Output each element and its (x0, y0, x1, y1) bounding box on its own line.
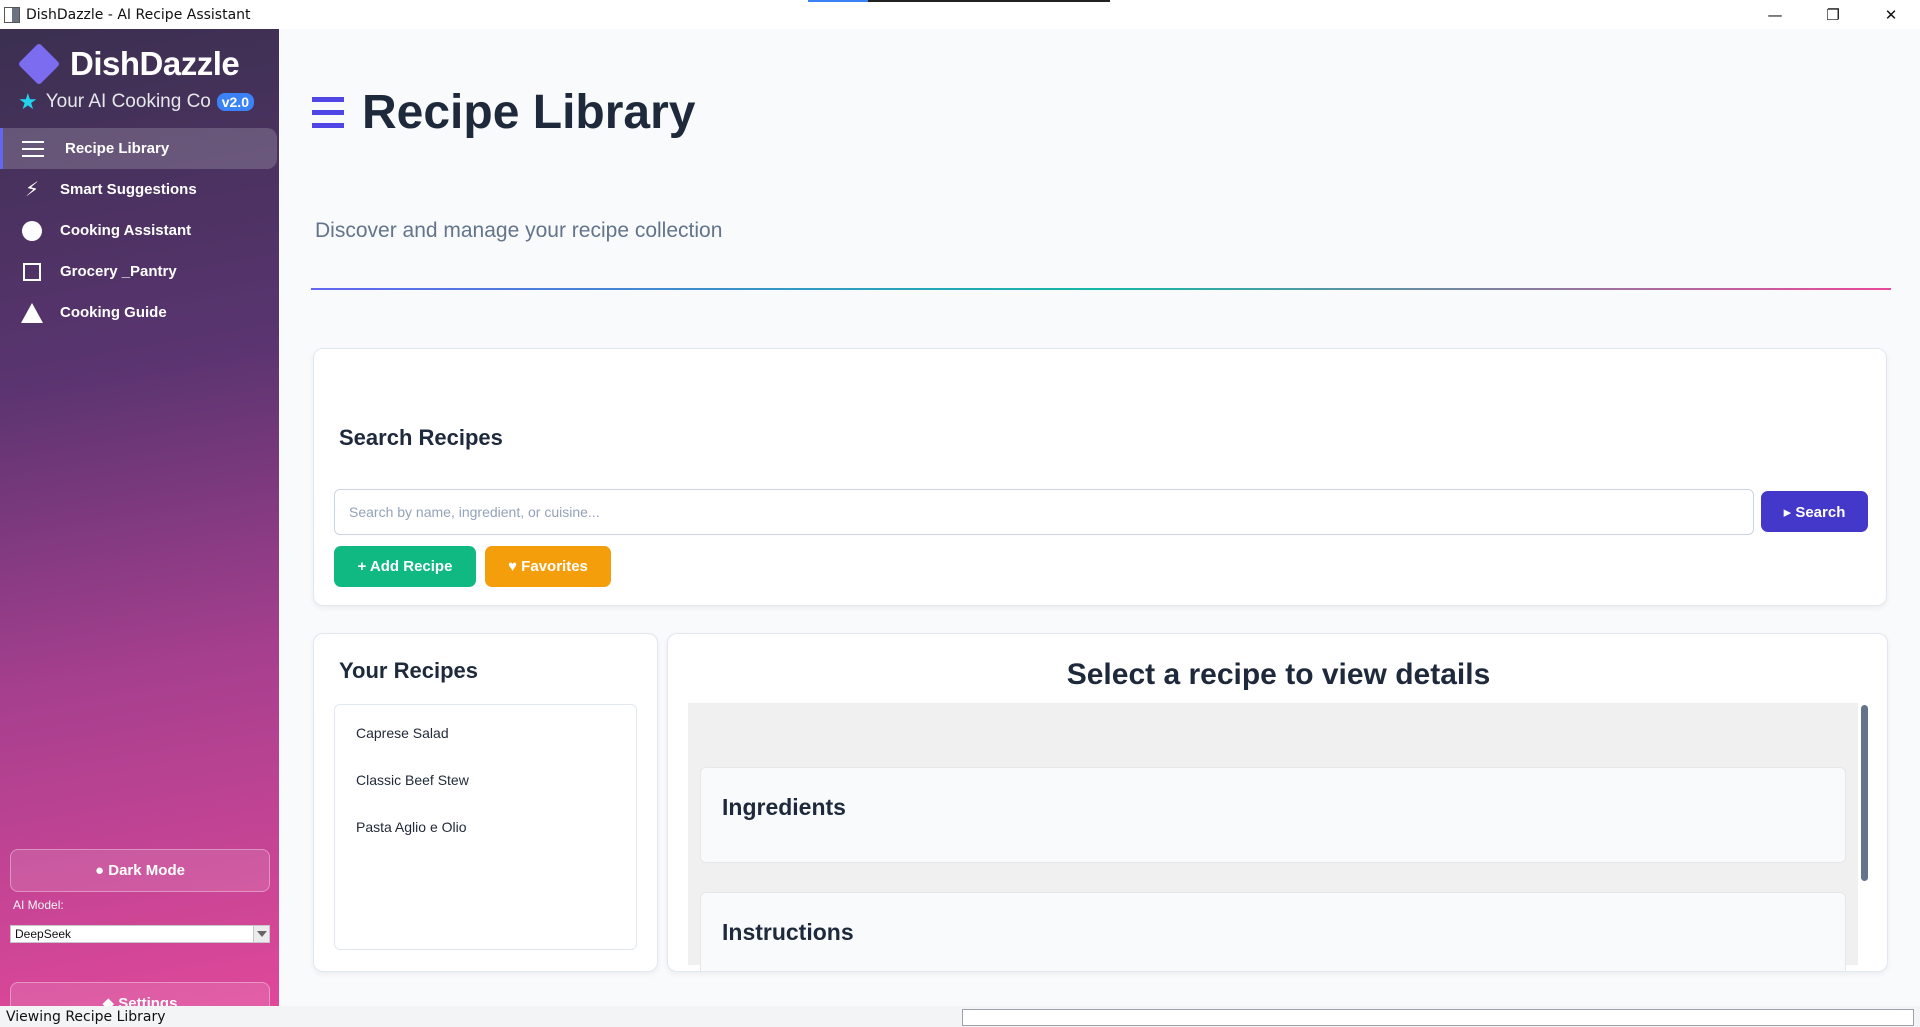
instructions-title: Instructions (722, 919, 854, 945)
main-content: Recipe Library Discover and manage your … (279, 29, 1920, 1006)
sidebar-item-cooking-guide[interactable]: Cooking Guide (0, 292, 279, 333)
menu-icon (312, 97, 344, 128)
version-badge: v2.0 (216, 93, 254, 111)
sidebar-item-label: Cooking Guide (60, 304, 167, 321)
ai-model-label: AI Model: (13, 898, 64, 912)
sidebar-item-cooking-assistant[interactable]: Cooking Assistant (0, 210, 279, 251)
star-icon: ★ (18, 89, 38, 114)
list-item[interactable]: Pasta Aglio e Olio (335, 815, 636, 862)
minimize-button[interactable]: — (1746, 0, 1804, 29)
sidebar-item-label: Recipe Library (65, 140, 170, 157)
ai-model-value: DeepSeek (15, 927, 72, 941)
diamond-logo-icon (17, 42, 61, 86)
titlebar-indicator (808, 0, 1110, 2)
status-bar: Viewing Recipe Library (0, 1006, 1920, 1027)
detail-scroll-area[interactable]: Ingredients Instructions (688, 703, 1858, 971)
search-input[interactable] (334, 489, 1754, 535)
search-button[interactable]: ▸ Search (1761, 491, 1868, 532)
detail-heading: Select a recipe to view details (1066, 658, 1491, 691)
sidebar: DishDazzle ★ Your AI Cooking Companion v… (0, 29, 279, 1024)
recipe-detail-card: Select a recipe to view details Ingredie… (667, 633, 1888, 972)
window-titlebar: DishDazzle - AI Recipe Assistant — ❐ ✕ (0, 0, 1920, 29)
status-text: Viewing Recipe Library (6, 1008, 166, 1025)
recipes-card: Your Recipes Caprese Salad Classic Beef … (313, 633, 658, 972)
circle-icon (20, 219, 44, 243)
square-icon (20, 260, 44, 284)
instructions-section: Instructions (700, 892, 1846, 971)
status-progress-bar (962, 1009, 1914, 1026)
tagline: ★ Your AI Cooking Companion v2.0 (18, 89, 263, 115)
restore-button[interactable]: ❐ (1804, 0, 1862, 29)
bolt-icon: ⚡︎ (24, 179, 40, 201)
menu-icon (21, 137, 45, 161)
favorites-button[interactable]: ♥ Favorites (485, 546, 611, 587)
sidebar-item-smart-suggestions[interactable]: ⚡︎ Smart Suggestions (0, 169, 279, 210)
close-button[interactable]: ✕ (1862, 0, 1920, 29)
tagline-text: Your AI Cooking Companion (45, 91, 211, 112)
brand-name: DishDazzle (70, 45, 240, 82)
window-title: DishDazzle - AI Recipe Assistant (26, 6, 251, 23)
page-header: Recipe Library (312, 85, 695, 140)
search-card: Search Recipes ▸ Search + Add Recipe ♥ F… (313, 348, 1887, 606)
dark-mode-button[interactable]: ● Dark Mode (10, 849, 270, 892)
brand: DishDazzle (17, 42, 240, 86)
sidebar-item-label: Grocery _Pantry (60, 263, 177, 280)
sidebar-item-label: Smart Suggestions (60, 181, 197, 198)
sidebar-item-recipe-library[interactable]: Recipe Library (0, 128, 277, 169)
app-icon (4, 6, 20, 23)
window-controls: — ❐ ✕ (1746, 0, 1920, 29)
list-item[interactable]: Classic Beef Stew (335, 768, 636, 815)
recipes-heading: Your Recipes (339, 658, 478, 683)
list-item[interactable]: Caprese Salad (335, 721, 636, 768)
recipe-list[interactable]: Caprese Salad Classic Beef Stew Pasta Ag… (334, 704, 637, 950)
gradient-divider (311, 288, 1891, 290)
page-title: Recipe Library (362, 86, 696, 139)
ingredients-section: Ingredients (700, 767, 1846, 863)
detail-scrollbar[interactable] (1861, 705, 1868, 881)
search-heading: Search Recipes (339, 425, 503, 450)
page-subtitle: Discover and manage your recipe collecti… (315, 219, 723, 242)
sidebar-item-grocery-pantry[interactable]: Grocery _Pantry (0, 251, 279, 292)
ingredients-title: Ingredients (722, 794, 846, 820)
chevron-down-icon[interactable] (253, 926, 269, 942)
add-recipe-button[interactable]: + Add Recipe (334, 546, 476, 587)
ai-model-select[interactable]: DeepSeek (10, 925, 270, 943)
sidebar-item-label: Cooking Assistant (60, 222, 192, 239)
triangle-icon (20, 301, 44, 325)
sidebar-nav: Recipe Library ⚡︎ Smart Suggestions Cook… (0, 128, 279, 333)
